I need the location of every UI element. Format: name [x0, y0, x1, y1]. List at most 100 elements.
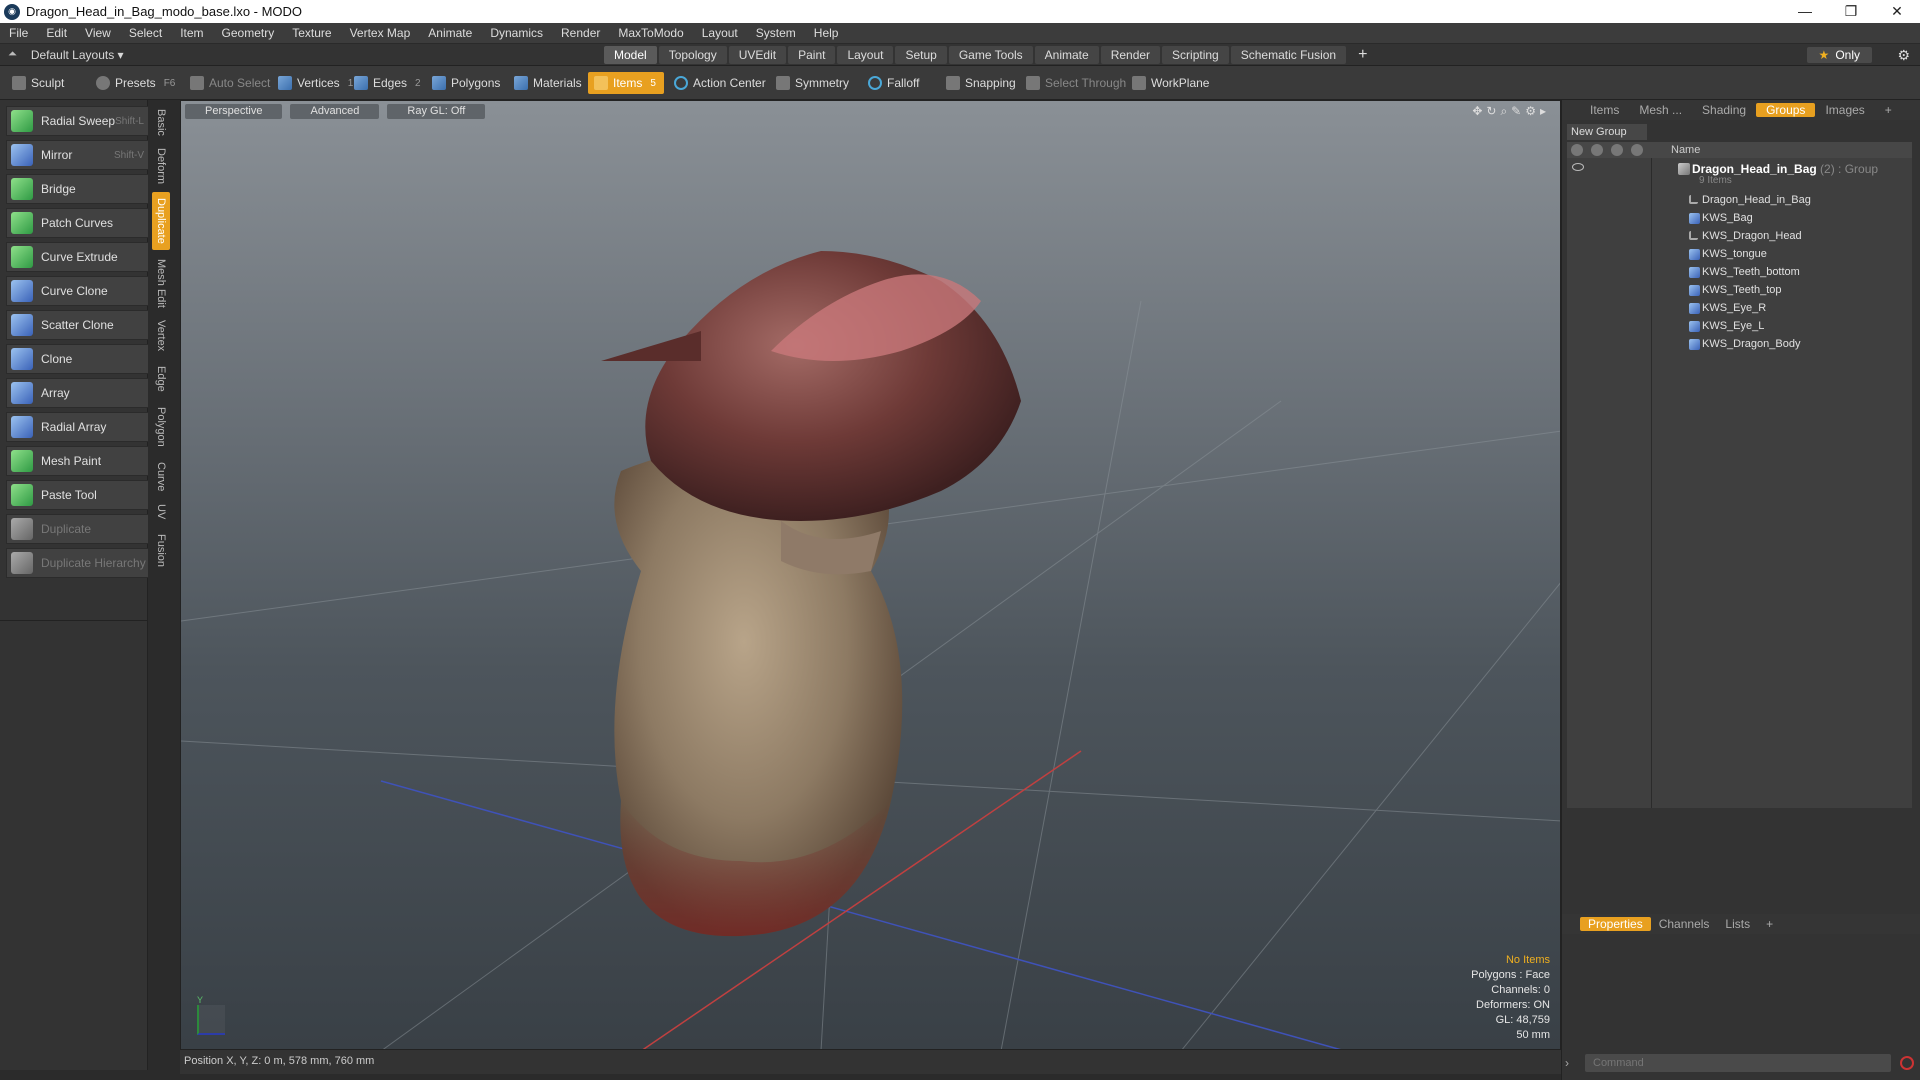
- side-tab-vertex[interactable]: Vertex: [152, 316, 170, 356]
- patch-curves-button[interactable]: Patch Curves: [6, 208, 149, 238]
- tab-uvedit[interactable]: UVEdit: [728, 46, 787, 64]
- menu-file[interactable]: File: [0, 26, 37, 40]
- paste-tool-button[interactable]: Paste Tool: [6, 480, 149, 510]
- action-center-button[interactable]: Action Center: [668, 72, 772, 94]
- tree-item[interactable]: KWS_Bag: [1567, 210, 1912, 228]
- eye-icon[interactable]: [1572, 163, 1584, 171]
- side-tab-basic[interactable]: Basic: [152, 104, 170, 140]
- view-mode-dropdown[interactable]: Perspective: [185, 104, 283, 119]
- menu-select[interactable]: Select: [120, 26, 171, 40]
- falloff-button[interactable]: Falloff: [862, 72, 925, 94]
- auto-select-button[interactable]: Auto Select: [184, 72, 276, 94]
- side-tab-duplicate[interactable]: Duplicate: [152, 192, 170, 250]
- tree-item[interactable]: Dragon_Head_in_Bag: [1567, 192, 1912, 210]
- viewport-nav-icons[interactable]: ✥↻⌕✎⚙▸: [1472, 104, 1550, 119]
- stop-icon[interactable]: [1900, 1056, 1914, 1070]
- new-group-button[interactable]: New Group: [1567, 124, 1647, 140]
- select-through-button[interactable]: Select Through: [1020, 72, 1132, 94]
- polygons-button[interactable]: Polygons: [426, 72, 506, 94]
- menu-vertex-map[interactable]: Vertex Map: [341, 26, 420, 40]
- shading-style-dropdown[interactable]: Advanced: [290, 104, 380, 119]
- tab-setup[interactable]: Setup: [895, 46, 947, 64]
- tab-channels[interactable]: Channels: [1651, 917, 1718, 931]
- tab-schematic-fusion[interactable]: Schematic Fusion: [1230, 46, 1347, 64]
- tab-animate[interactable]: Animate: [1034, 46, 1099, 64]
- only-toggle[interactable]: ★ Only: [1806, 47, 1872, 63]
- clone-button[interactable]: Clone: [6, 344, 149, 374]
- side-tab-mesh-edit[interactable]: Mesh Edit: [152, 256, 170, 310]
- items-button[interactable]: Items 5: [588, 72, 664, 94]
- side-tab-uv[interactable]: UV: [152, 500, 170, 524]
- workplane-button[interactable]: WorkPlane: [1126, 72, 1215, 94]
- menu-maxtomodo[interactable]: MaxToModo: [609, 26, 692, 40]
- sculpt-button[interactable]: Sculpt: [6, 72, 70, 94]
- side-tab-deform[interactable]: Deform: [152, 144, 170, 188]
- 3d-viewport[interactable]: Perspective Advanced Ray GL: Off ✥↻⌕✎⚙▸ …: [180, 100, 1561, 1050]
- tab-items[interactable]: Items: [1580, 103, 1629, 117]
- presets-button[interactable]: Presets F6: [90, 72, 181, 94]
- command-input[interactable]: [1585, 1054, 1891, 1072]
- materials-button[interactable]: Materials: [508, 72, 588, 94]
- visibility-column-icon[interactable]: [1571, 144, 1583, 156]
- mesh-paint-button[interactable]: Mesh Paint: [6, 446, 149, 476]
- side-tab-polygon[interactable]: Polygon: [152, 402, 170, 452]
- tab-groups[interactable]: Groups: [1756, 103, 1816, 117]
- side-tab-fusion[interactable]: Fusion: [152, 530, 170, 572]
- menu-layout[interactable]: Layout: [693, 26, 747, 40]
- tree-item[interactable]: KWS_Dragon_Body: [1567, 336, 1912, 354]
- tree-item[interactable]: KWS_Dragon_Head: [1567, 228, 1912, 246]
- edges-button[interactable]: Edges 2: [348, 72, 427, 94]
- tab-mesh[interactable]: Mesh ...: [1629, 103, 1692, 117]
- tree-item[interactable]: KWS_Eye_R: [1567, 300, 1912, 318]
- tree-item[interactable]: KWS_Teeth_bottom: [1567, 264, 1912, 282]
- layouts-dropdown[interactable]: Default Layouts ▾: [31, 48, 124, 62]
- tab-lists[interactable]: Lists: [1717, 917, 1758, 931]
- minimize-button[interactable]: —: [1782, 3, 1828, 20]
- curve-clone-button[interactable]: Curve Clone: [6, 276, 149, 306]
- add-tab-icon[interactable]: +: [1875, 103, 1902, 117]
- vertices-button[interactable]: Vertices 1: [272, 72, 359, 94]
- menu-texture[interactable]: Texture: [283, 26, 340, 40]
- group-row[interactable]: Dragon_Head_in_Bag (2) : Group 9 Items: [1567, 160, 1912, 188]
- menu-system[interactable]: System: [747, 26, 805, 40]
- side-tab-curve[interactable]: Curve: [152, 458, 170, 496]
- radial-sweep-button[interactable]: Radial Sweep Shift-L: [6, 106, 149, 136]
- tab-topology[interactable]: Topology: [658, 46, 727, 64]
- mirror-button[interactable]: Mirror Shift-V: [6, 140, 149, 170]
- tree-item[interactable]: KWS_Eye_L: [1567, 318, 1912, 336]
- tab-layout[interactable]: Layout: [837, 46, 894, 64]
- radial-array-button[interactable]: Radial Array: [6, 412, 149, 442]
- add-tab-icon[interactable]: +: [1348, 46, 1377, 64]
- tab-game-tools[interactable]: Game Tools: [948, 46, 1033, 64]
- bridge-button[interactable]: Bridge: [6, 174, 149, 204]
- duplicate-hierarchy-button[interactable]: Duplicate Hierarchy: [6, 548, 149, 578]
- tree-item[interactable]: KWS_Teeth_top: [1567, 282, 1912, 300]
- select-column-icon[interactable]: [1631, 144, 1643, 156]
- lock-column-icon[interactable]: [1611, 144, 1623, 156]
- snapping-button[interactable]: Snapping: [940, 72, 1022, 94]
- scatter-clone-button[interactable]: Scatter Clone: [6, 310, 149, 340]
- menu-item[interactable]: Item: [171, 26, 212, 40]
- menu-render[interactable]: Render: [552, 26, 609, 40]
- curve-extrude-button[interactable]: Curve Extrude: [6, 242, 149, 272]
- render-column-icon[interactable]: [1591, 144, 1603, 156]
- name-column-header[interactable]: Name: [1671, 144, 1700, 156]
- tab-paint[interactable]: Paint: [788, 46, 836, 64]
- menu-view[interactable]: View: [76, 26, 120, 40]
- array-button[interactable]: Array: [6, 378, 149, 408]
- close-button[interactable]: ✕: [1874, 3, 1920, 20]
- menu-help[interactable]: Help: [805, 26, 848, 40]
- collapse-up-icon[interactable]: ⏶: [8, 48, 17, 61]
- menu-edit[interactable]: Edit: [37, 26, 76, 40]
- tab-properties[interactable]: Properties: [1580, 917, 1651, 931]
- menu-dynamics[interactable]: Dynamics: [481, 26, 552, 40]
- tab-scripting[interactable]: Scripting: [1162, 46, 1229, 64]
- raygl-toggle[interactable]: Ray GL: Off: [387, 104, 486, 119]
- gear-icon[interactable]: ⚙: [1897, 47, 1910, 64]
- tab-model[interactable]: Model: [604, 46, 657, 64]
- add-tab-icon[interactable]: +: [1758, 917, 1781, 931]
- tab-render[interactable]: Render: [1100, 46, 1161, 64]
- menu-geometry[interactable]: Geometry: [213, 26, 284, 40]
- tree-item[interactable]: KWS_tongue: [1567, 246, 1912, 264]
- duplicate-button[interactable]: Duplicate: [6, 514, 149, 544]
